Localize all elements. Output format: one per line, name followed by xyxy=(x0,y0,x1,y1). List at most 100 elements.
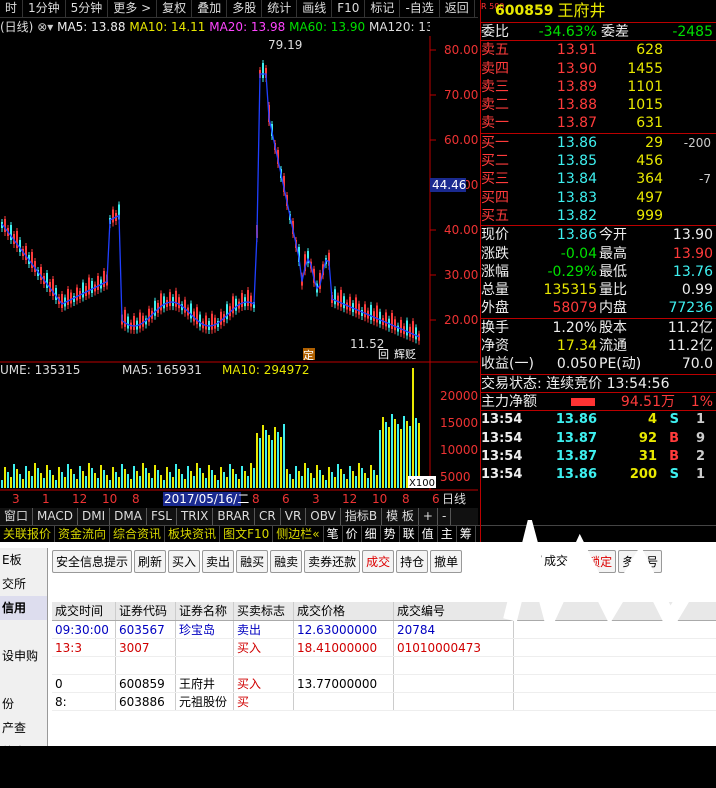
side-nav-item-2[interactable]: 信用 xyxy=(0,596,47,620)
indicator-tab-10[interactable]: 指标B xyxy=(341,508,383,525)
info-tab-2[interactable]: 综合资讯 xyxy=(110,526,166,542)
info-tab-10[interactable]: 联 xyxy=(400,526,419,542)
price-marker: 44.46 xyxy=(432,178,466,192)
info-tab-6[interactable]: 笔 xyxy=(324,526,343,542)
stat-row: 换手 1.20% 股本 11.2亿 xyxy=(481,319,713,336)
stat-row: 总量 135315 量比 0.99 xyxy=(481,282,713,299)
trade-button-4[interactable]: 融买 xyxy=(236,549,269,573)
bid-book: 买一 13.86 29 -200 买二 13.85 456 买三 13.84 364 -7 买四 13.… xyxy=(481,132,716,225)
info-tab-1[interactable]: 资金流向 xyxy=(55,526,111,542)
indicator-tab-0[interactable]: 窗口 xyxy=(0,508,34,525)
side-nav-item-9[interactable]: 债查 xyxy=(0,764,47,788)
table-row[interactable] xyxy=(52,657,716,675)
col-header-4[interactable]: 成交价格 xyxy=(294,602,394,620)
indicator-tab-9[interactable]: OBV xyxy=(306,508,341,525)
ding-tag-text: 定 xyxy=(303,348,314,362)
quote-stats: 现价 13.86 今开 13.90 涨跌 -0.04 最高 13.90 涨幅 -0.29% 最低 13… xyxy=(481,225,716,317)
stat-row: 涨跌 -0.04 最高 13.90 xyxy=(481,245,713,262)
ask-row: 卖一 13.87 631 xyxy=(481,115,663,132)
toolbar-item-8[interactable]: 画线 xyxy=(297,0,333,17)
col-header-1[interactable]: 证券代码 xyxy=(116,602,176,620)
indicator-tab-5[interactable]: TRIX xyxy=(177,508,214,525)
trade-button-5[interactable]: 融卖 xyxy=(270,549,303,573)
toolbar-item-10[interactable]: 标记 xyxy=(365,0,401,17)
trade-side-nav: E板 交所 信用 设申购份产查 债查 债查 xyxy=(0,548,48,783)
hui-tag: 回 xyxy=(378,348,389,361)
toolbar-item-3[interactable]: 更多 > xyxy=(108,0,158,17)
trade-button-7[interactable]: 成交 xyxy=(362,549,395,573)
stat-row: 外盘 58079 内盘 77236 xyxy=(481,300,713,317)
toolbar-item-11[interactable]: -自选 xyxy=(400,0,440,17)
side-nav-item-3[interactable] xyxy=(0,620,47,644)
trade-button-6[interactable]: 卖券还款 xyxy=(304,549,361,573)
toolbar-item-12[interactable]: 返回 xyxy=(440,0,475,17)
side-nav-item-6[interactable]: 份 xyxy=(0,692,47,716)
info-tab-9[interactable]: 势 xyxy=(381,526,400,542)
info-tab-7[interactable]: 价 xyxy=(343,526,362,542)
indicator-tab-1[interactable]: MACD xyxy=(33,508,78,525)
info-tab-4[interactable]: 图文F10 xyxy=(220,526,274,542)
trade-button-1[interactable]: 刷新 xyxy=(134,549,167,573)
bid-row: 买四 13.83 497 xyxy=(481,189,663,206)
side-nav-item-7[interactable]: 产查 xyxy=(0,716,47,740)
volume-ma5: MA5: 165931 xyxy=(122,363,202,377)
side-nav-item-8[interactable]: 债查 xyxy=(0,740,47,764)
stock-code: 600859 xyxy=(495,3,554,19)
info-tab-3[interactable]: 板块资讯 xyxy=(165,526,221,542)
col-header-0[interactable]: 成交时间 xyxy=(52,602,116,620)
stat-row: 现价 13.86 今开 13.90 xyxy=(481,227,713,244)
info-tab-0[interactable]: 关联报价 xyxy=(0,526,56,542)
trade-button-3[interactable]: 卖出 xyxy=(202,549,235,573)
indicator-tab-6[interactable]: BRAR xyxy=(213,508,256,525)
kline-chart[interactable]: 80.0070.0060.0050.0040.0030.0020.0020000… xyxy=(0,18,478,508)
col-header-3[interactable]: 买卖标志 xyxy=(234,602,294,620)
toolbar-item-4[interactable]: 复权 xyxy=(157,0,193,17)
indicator-tab-3[interactable]: DMA xyxy=(110,508,147,525)
toolbar-item-1[interactable]: 1分钟 xyxy=(23,0,66,17)
table-row[interactable]: 13:3 3007 买入 18.41000000 01010000473 xyxy=(52,639,716,657)
bid-row: 买三 13.84 364 -7 xyxy=(481,171,711,188)
price-tick-6: 20.00 xyxy=(444,313,478,327)
toolbar-item-9[interactable]: F10 xyxy=(332,0,366,17)
volume-tick-2: 10000 xyxy=(440,443,478,457)
trade-button-8[interactable]: 持仓 xyxy=(396,549,429,573)
side-nav-item-4[interactable]: 设申购 xyxy=(0,644,47,668)
table-row[interactable]: 8: 603886 元祖股份买 xyxy=(52,693,716,711)
toolbar-item-7[interactable]: 统计 xyxy=(262,0,298,17)
x-tick-12: 10 xyxy=(372,492,387,506)
col-header-2[interactable]: 证券名称 xyxy=(176,602,234,620)
x-tick-10: 3 xyxy=(312,492,320,506)
side-nav-item-0[interactable]: E板 xyxy=(0,548,47,572)
indicator-tab-2[interactable]: DMI xyxy=(78,508,111,525)
info-tab-11[interactable]: 值 xyxy=(419,526,438,542)
side-nav-item-1[interactable]: 交所 xyxy=(0,572,47,596)
tick-row: 13:54 13.86 200 S 1 xyxy=(481,467,705,483)
toolbar-item-5[interactable]: 叠加 xyxy=(192,0,228,17)
ask-row: 卖二 13.88 1015 xyxy=(481,97,663,114)
price-tick-4: 40.00 xyxy=(444,223,478,237)
bid-row: 买二 13.85 456 xyxy=(481,153,663,170)
toolbar-item-6[interactable]: 多股 xyxy=(227,0,263,17)
trade-button-2[interactable]: 买入 xyxy=(168,549,201,573)
indicator-tab-8[interactable]: VR xyxy=(281,508,307,525)
volume-tick-1: 15000 xyxy=(440,416,478,430)
tick-list: 13:54 13.86 4 S 1 13:54 13.87 92 B 9 13:54 13.87 31 B… xyxy=(481,410,716,484)
table-row[interactable]: 0 600859 王府井 买入 13.77000000 xyxy=(52,675,716,693)
ask-row: 卖三 13.89 1101 xyxy=(481,78,663,95)
side-nav-item-5[interactable] xyxy=(0,668,47,692)
x-tick-3: 10 xyxy=(102,492,117,506)
indicator-tab-11[interactable]: 模 板 xyxy=(382,508,419,525)
trade-button-9[interactable]: 撤单 xyxy=(430,549,463,573)
info-tab-5[interactable]: 侧边栏« xyxy=(273,526,324,542)
info-tab-12[interactable]: 主 xyxy=(438,526,457,542)
trade-button-0[interactable]: 安全信息提示 xyxy=(52,549,133,573)
indicator-tab-12[interactable]: + xyxy=(419,508,438,525)
bid-row: 买一 13.86 29 -200 xyxy=(481,134,711,151)
indicator-tab-7[interactable]: CR xyxy=(255,508,281,525)
toolbar-item-0[interactable]: 时 xyxy=(0,0,24,17)
indicator-tab-13[interactable]: - xyxy=(438,508,452,525)
indicator-tab-4[interactable]: FSL xyxy=(147,508,177,525)
info-tab-8[interactable]: 细 xyxy=(362,526,381,542)
volume-ma10: MA10: 294972 xyxy=(222,363,310,377)
toolbar-item-2[interactable]: 5分钟 xyxy=(66,0,109,17)
